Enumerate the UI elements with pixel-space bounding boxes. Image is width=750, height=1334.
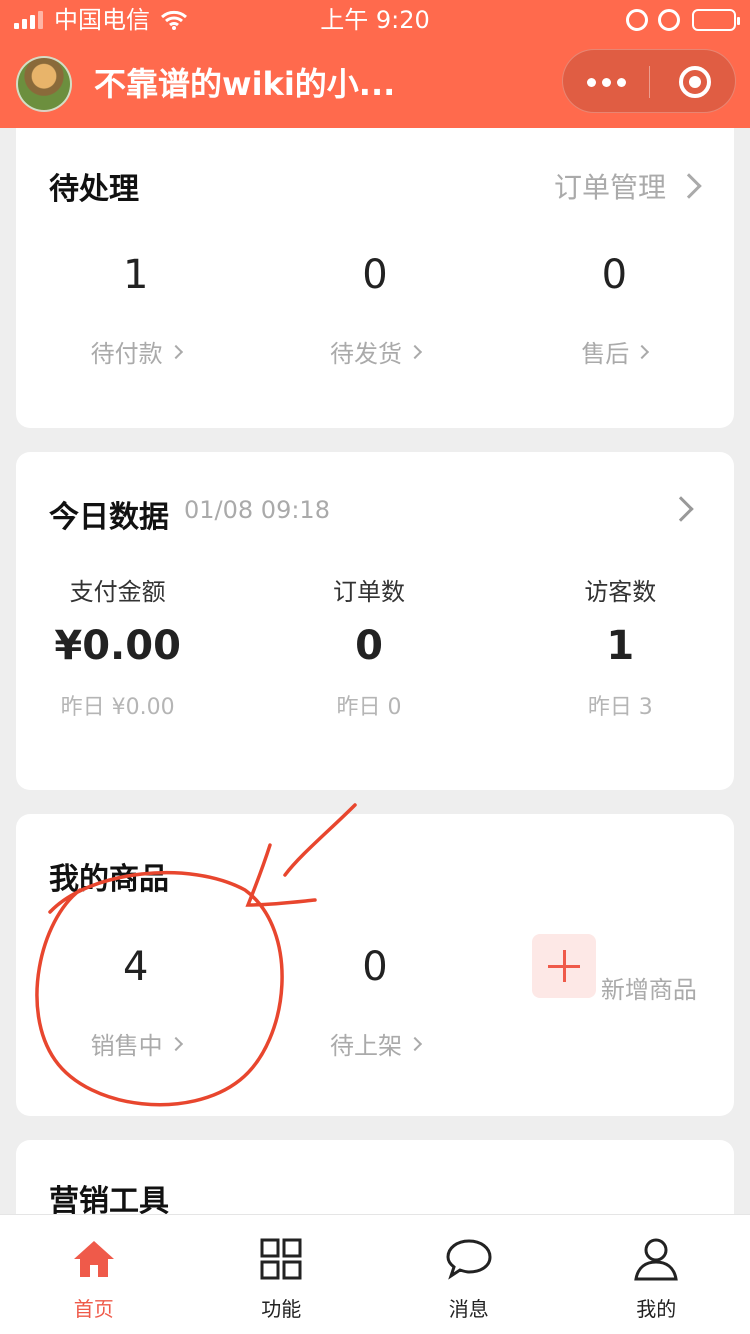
dot-icon (586, 77, 596, 87)
message-icon (446, 1239, 492, 1280)
pending-title: 待处理 (49, 172, 139, 207)
home-icon (73, 1241, 114, 1277)
tab-me[interactable]: 我的 (563, 1215, 750, 1334)
close-miniprogram-button[interactable] (679, 66, 711, 98)
more-button[interactable] (563, 50, 649, 114)
chevron-right-icon (168, 344, 183, 359)
dot-icon (616, 77, 626, 87)
goods-pending-listing-count: 0 (362, 944, 388, 990)
nav-bar: 不靠谱的wiki的小... (0, 40, 750, 128)
chevron-right-icon (407, 344, 423, 359)
order-management-link[interactable]: 订单管理 (553, 166, 702, 206)
my-goods-card: 我的商品 4 销售中 0 待上架 新增商品 (16, 814, 734, 1116)
chevron-right-icon (635, 344, 650, 359)
page-title: 不靠谱的wiki的小... (94, 65, 396, 103)
today-data-timestamp: 01/08 09:18 (184, 496, 330, 524)
pending-card: 待处理 订单管理 1 待付款 0 待发货 0 售后 (16, 128, 734, 428)
tab-home-label: 首页 (73, 1297, 114, 1321)
tab-functions-label: 功能 (261, 1297, 302, 1321)
metric-visitors: 访客数 1 昨日 3 (495, 572, 746, 721)
metric-visitors-label: 访客数 (584, 578, 657, 606)
today-data-title: 今日数据 (49, 500, 169, 535)
goods-pending-listing[interactable]: 0 待上架 (255, 942, 494, 1061)
metric-payment: 支付金额 ¥0.00 昨日 ¥0.00 (0, 572, 243, 721)
tab-home[interactable]: 首页 (0, 1215, 188, 1334)
goods-pending-listing-label: 待上架 (329, 1032, 402, 1060)
header: 中国电信 上午 9:20 不靠谱的wiki的小... (0, 0, 750, 128)
metric-visitors-yesterday: 昨日 3 (587, 695, 653, 720)
pending-shipment-count: 0 (362, 252, 388, 298)
tab-messages-label: 消息 (448, 1297, 489, 1321)
metric-orders-yesterday: 昨日 0 (336, 695, 402, 720)
user-icon (634, 1238, 679, 1281)
chevron-right-icon (676, 173, 702, 199)
capsule-divider (649, 66, 650, 98)
chevron-right-icon[interactable] (668, 496, 694, 522)
tab-me-label: 我的 (636, 1297, 677, 1321)
pending-shipment[interactable]: 0 待发货 (255, 250, 494, 369)
after-sales-label: 售后 (581, 340, 630, 368)
pending-payment-count: 1 (122, 252, 149, 298)
battery-icon (692, 9, 740, 31)
add-product-label: 新增商品 (600, 976, 697, 1004)
metric-payment-label: 支付金额 (69, 578, 166, 606)
plus-icon[interactable] (531, 934, 596, 998)
avatar[interactable] (16, 56, 72, 112)
add-product[interactable]: 新增商品 (495, 934, 734, 1061)
pending-payment[interactable]: 1 待付款 (16, 250, 255, 369)
chevron-right-icon (168, 1036, 183, 1051)
page: 中国电信 上午 9:20 不靠谱的wiki的小... 待处理 订单管理 1 待付… (0, 0, 750, 1334)
today-data-card[interactable]: 今日数据 01/08 09:18 支付金额 ¥0.00 昨日 ¥0.00 订单数… (16, 452, 734, 790)
pending-payment-label: 待付款 (90, 340, 163, 368)
miniprogram-capsule (562, 49, 736, 113)
rotation-lock-icon (626, 9, 648, 31)
pending-shipment-label: 待发货 (329, 340, 402, 368)
metric-payment-yesterday: 昨日 ¥0.00 (60, 695, 175, 720)
metric-orders-value: 0 (355, 623, 383, 669)
status-bar: 中国电信 上午 9:20 (0, 0, 750, 40)
metric-visitors-value: 1 (606, 623, 635, 669)
order-management-label: 订单管理 (553, 171, 666, 204)
chevron-right-icon (407, 1036, 423, 1051)
after-sales-count: 0 (601, 252, 628, 298)
goods-on-sale-label: 销售中 (90, 1032, 163, 1060)
goods-on-sale-count: 4 (122, 944, 149, 990)
tab-bar: 首页 功能 消息 我的 (0, 1214, 750, 1334)
grid-icon (260, 1238, 302, 1280)
metric-payment-value: ¥0.00 (54, 623, 181, 669)
tab-functions[interactable]: 功能 (188, 1215, 376, 1334)
my-goods-title: 我的商品 (49, 862, 169, 897)
dot-icon (601, 77, 611, 87)
alarm-icon (658, 9, 680, 31)
tab-messages[interactable]: 消息 (375, 1215, 563, 1334)
goods-on-sale[interactable]: 4 销售中 (16, 942, 255, 1061)
metric-orders-label: 订单数 (332, 578, 405, 606)
after-sales[interactable]: 0 售后 (495, 250, 734, 369)
metric-orders: 订单数 0 昨日 0 (243, 572, 494, 721)
